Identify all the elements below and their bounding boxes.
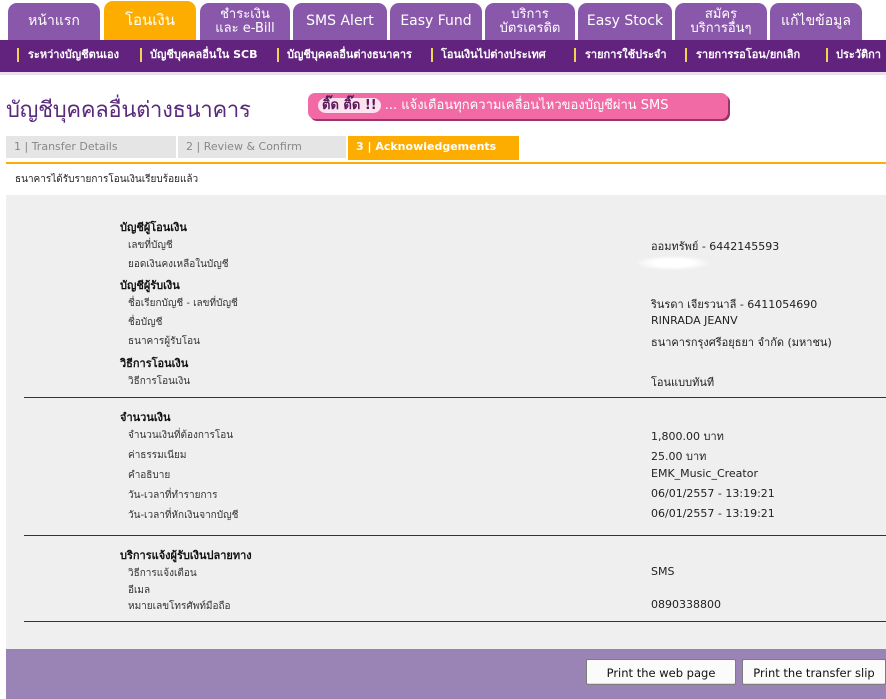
tab-payment-label-2: และ e-Bill (215, 20, 275, 36)
receiver-heading: บัญชีผู้รับเงิน (120, 279, 180, 292)
section-divider (24, 397, 886, 398)
subnav-separator (826, 48, 828, 62)
subnav-separator (685, 48, 687, 62)
tab-easy-stock-label: Easy Stock (586, 13, 664, 29)
confirmation-message: ธนาคารได้รับรายการโอนเงินเรียบร้อยแล้ว (15, 174, 199, 185)
print-slip-button[interactable]: Print the transfer slip (742, 659, 886, 685)
page-title: บัญชีบุคคลอื่นต่างธนาคาร (6, 98, 251, 123)
method-value: โอนแบบทันที (651, 376, 715, 389)
tab-edit-profile-label: แก้ไขข้อมูล (781, 13, 851, 29)
subnav-international[interactable]: โอนเงินไปต่างประเทศ (441, 40, 546, 72)
progress-steps: 1 | Transfer Details 2 | Review & Confir… (6, 136, 886, 164)
tab-credit-card[interactable]: บริการ บัตรเครดิต (485, 3, 575, 40)
sms-banner-highlight: ติ๊ด ติ๊ด !! (318, 98, 381, 113)
section-divider (24, 621, 886, 622)
receiver-bank-value: ธนาคารกรุงศรีอยุธยา จำกัด (มหาชน) (651, 336, 832, 349)
receiver-bank-label: ธนาคารผู้รับโอน (128, 336, 201, 347)
notify-phone-value: 0890338800 (651, 598, 721, 611)
subnav-separator (431, 48, 433, 62)
subnav-regular-items[interactable]: รายการใช้ประจำ (585, 40, 667, 72)
top-navigation: หน้าแรก โอนเงิน ชำระเงิน และ e-Bill SMS … (0, 0, 886, 40)
fee-value: 25.00 บาท (651, 450, 707, 463)
tab-edit-profile[interactable]: แก้ไขข้อมูล (770, 3, 862, 40)
tab-easy-fund-label: Easy Fund (400, 13, 472, 29)
tab-easy-fund[interactable]: Easy Fund (390, 3, 482, 40)
tab-payment-label-1: ชำระเงิน (220, 6, 270, 22)
tab-sms-alert[interactable]: SMS Alert (293, 3, 387, 40)
tab-other-services-label-2: บริการอื่นๆ (690, 20, 752, 36)
tab-credit-card-label-1: บริการ (511, 6, 549, 22)
subnav-separator (574, 48, 576, 62)
step-transfer-details: 1 | Transfer Details (6, 136, 176, 158)
subnav-pending[interactable]: รายการรอโอน/ยกเลิก (696, 40, 800, 72)
amount-label: จำนวนเงินที่ต้องการโอน (128, 430, 234, 441)
method-label: วิธีการโอนเงิน (128, 376, 191, 387)
print-page-button[interactable]: Print the web page (586, 659, 736, 685)
subnav-history[interactable]: ประวัติกา (836, 40, 881, 72)
sender-balance-label: ยอดเงินคงเหลือในบัญชี (128, 259, 229, 270)
tab-transfer-label: โอนเงิน (124, 11, 176, 29)
method-heading: วิธีการโอนเงิน (120, 357, 189, 370)
subnav-other-scb[interactable]: บัญชีบุคคลอื่นใน SCB (150, 40, 258, 72)
section-divider (24, 535, 886, 536)
sms-banner-text: ... แจ้งเตือนทุกความเคลื่อนไหวของบัญชีผ่… (384, 98, 669, 113)
description-label: คำอธิบาย (128, 470, 171, 481)
step-review-confirm: 2 | Review & Confirm (178, 136, 346, 158)
notify-phone-label: หมายเลขโทรศัพท์มือถือ (128, 601, 231, 612)
transaction-time-value: 06/01/2557 - 13:19:21 (651, 487, 775, 500)
tab-easy-stock[interactable]: Easy Stock (578, 3, 672, 40)
subnav-own-accounts[interactable]: ระหว่างบัญชีตนเอง (28, 40, 119, 72)
tab-other-services[interactable]: สมัคร บริการอื่นๆ (675, 3, 767, 40)
debit-time-value: 06/01/2557 - 13:19:21 (651, 507, 775, 520)
sms-alert-banner[interactable]: ติ๊ด ติ๊ด !!... แจ้งเตือนทุกความเคลื่อนไ… (308, 93, 728, 119)
sender-account-no-label: เลขที่บัญชี (128, 240, 173, 251)
tab-home[interactable]: หน้าแรก (8, 3, 100, 40)
tab-other-services-label-1: สมัคร (704, 6, 738, 22)
notify-method-label: วิธีการแจ้งเตือน (128, 568, 197, 579)
tab-payment-ebill[interactable]: ชำระเงิน และ e-Bill (200, 3, 290, 40)
subnav-other-bank[interactable]: บัญชีบุคคลอื่นต่างธนาคาร (287, 40, 412, 72)
balance-redacted (637, 256, 709, 270)
transaction-time-label: วัน-เวลาที่ทำรายการ (128, 490, 218, 501)
amount-value: 1,800.00 บาท (651, 430, 724, 443)
notify-email-label: อีเมล (128, 585, 151, 596)
subnav-separator (140, 48, 142, 62)
sender-account-no-value: ออมทรัพย์ - 6442145593 (651, 240, 780, 253)
sender-heading: บัญชีผู้โอนเงิน (120, 221, 187, 234)
tab-transfer[interactable]: โอนเงิน (104, 1, 196, 40)
sub-navigation: ระหว่างบัญชีตนเอง บัญชีบุคคลอื่นใน SCB บ… (0, 40, 886, 75)
tab-credit-card-label-2: บัตรเครดิต (499, 20, 561, 36)
step-acknowledgements: 3 | Acknowledgements (348, 136, 519, 160)
tab-home-label: หน้าแรก (28, 13, 80, 29)
tab-sms-alert-label: SMS Alert (306, 13, 374, 29)
fee-label: ค่าธรรมเนียม (128, 450, 187, 461)
notify-method-value: SMS (651, 565, 675, 578)
description-value: EMK_Music_Creator (651, 467, 758, 480)
amount-heading: จำนวนเงิน (120, 411, 171, 424)
receiver-nickname-label: ชื่อเรียกบัญชี - เลขที่บัญชี (128, 298, 238, 309)
receiver-nickname-value: รินรดา เจียรวนาลี - 6411054690 (651, 298, 818, 311)
receiver-account-name-value: RINRADA JEANV (651, 314, 738, 327)
subnav-separator (277, 48, 279, 62)
receiver-account-name-label: ชื่อบัญชี (128, 317, 163, 328)
debit-time-label: วัน-เวลาที่หักเงินจากบัญชี (128, 510, 239, 521)
subnav-separator (17, 48, 19, 62)
notify-heading: บริการแจ้งผู้รับเงินปลายทาง (120, 549, 252, 562)
